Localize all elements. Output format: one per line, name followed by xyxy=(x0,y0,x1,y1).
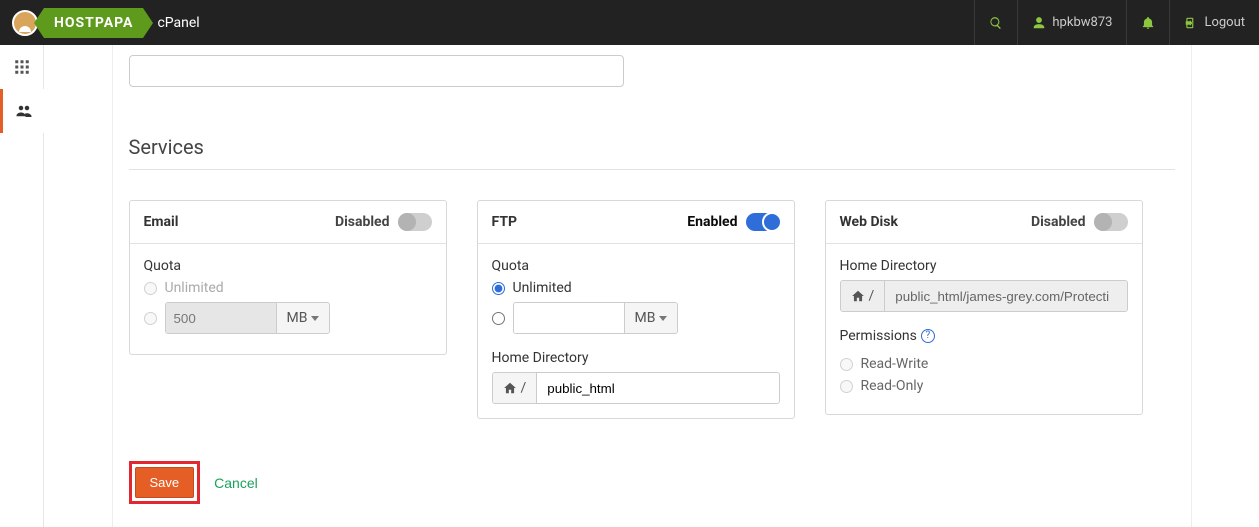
webdisk-toggle[interactable] xyxy=(1094,213,1128,231)
grid-icon xyxy=(13,58,31,76)
webdisk-perm-rw-row: Read-Write xyxy=(840,356,1128,372)
webdisk-perm-ro-row: Read-Only xyxy=(840,378,1128,394)
nav-apps[interactable] xyxy=(0,45,44,89)
ftp-state-label: Enabled xyxy=(687,214,737,230)
email-card-header: Email Disabled xyxy=(130,201,446,244)
webdisk-card-title: Web Disk xyxy=(840,214,898,230)
ftp-toggle[interactable] xyxy=(746,213,780,231)
cancel-button[interactable]: Cancel xyxy=(214,475,258,491)
email-quota-unlimited-radio[interactable] xyxy=(144,282,157,295)
form-actions: Save Cancel xyxy=(129,461,1175,504)
webdisk-state-label: Disabled xyxy=(1031,214,1086,230)
home-icon xyxy=(851,289,865,303)
ftp-card-title: FTP xyxy=(492,214,518,230)
webdisk-homedir-heading: Home Directory xyxy=(840,258,1128,274)
ftp-card: FTP Enabled Quota Unlimited xyxy=(477,200,795,419)
top-bar: HOSTPAPA cPanel hpkbw873 Logout xyxy=(0,0,1259,45)
content-area: Services Email Disabled Quota Unlimited xyxy=(44,45,1259,527)
ftp-homedir-input-group: / xyxy=(492,372,780,404)
webdisk-permissions-heading: Permissions ? xyxy=(840,328,935,344)
toggle-knob xyxy=(1094,213,1112,231)
ftp-quota-heading: Quota xyxy=(492,258,780,274)
ftp-quota-input-group: MB xyxy=(513,302,679,334)
logout-label: Logout xyxy=(1204,15,1245,30)
ftp-card-header: FTP Enabled xyxy=(478,201,794,244)
ftp-quota-value-radio[interactable] xyxy=(492,312,505,325)
email-card-body: Quota Unlimited MB xyxy=(130,244,446,354)
ftp-quota-unit-label: MB xyxy=(635,310,656,326)
webdisk-perm-ro-label: Read-Only xyxy=(861,378,924,394)
ftp-quota-unlimited-row: Unlimited xyxy=(492,280,780,296)
notifications-button[interactable] xyxy=(1126,0,1169,45)
email-quota-heading: Quota xyxy=(144,258,432,274)
ftp-quota-input[interactable] xyxy=(514,303,624,333)
webdisk-homedir-input-group: / xyxy=(840,280,1128,312)
save-highlight: Save xyxy=(129,461,201,504)
ftp-homedir-prefix: / xyxy=(493,373,538,403)
email-state-label: Disabled xyxy=(335,214,390,230)
path-slash: / xyxy=(869,288,875,304)
email-quota-value-row: MB xyxy=(144,302,432,334)
search-button[interactable] xyxy=(974,0,1017,45)
webdisk-perm-ro-radio[interactable] xyxy=(840,380,853,393)
bell-icon xyxy=(1141,16,1155,30)
webdisk-homedir-prefix: / xyxy=(841,281,886,311)
path-slash: / xyxy=(521,380,527,396)
left-nav xyxy=(0,45,44,527)
security-info-input[interactable] xyxy=(129,55,624,87)
webdisk-perm-rw-label: Read-Write xyxy=(861,356,929,372)
ftp-homedir-heading: Home Directory xyxy=(492,350,780,366)
email-quota-unit-label: MB xyxy=(287,310,308,326)
email-quota-input-group: MB xyxy=(165,302,331,334)
ftp-card-body: Quota Unlimited MB xyxy=(478,244,794,418)
email-quota-unlimited-row: Unlimited xyxy=(144,280,432,296)
email-quota-unlimited-label: Unlimited xyxy=(165,280,224,296)
ftp-homedir-input[interactable] xyxy=(537,373,778,403)
save-button[interactable]: Save xyxy=(135,467,195,498)
app-title: cPanel xyxy=(157,15,199,31)
user-icon xyxy=(1032,16,1046,30)
email-quota-value-radio[interactable] xyxy=(144,312,157,325)
email-state: Disabled xyxy=(335,213,432,231)
search-icon xyxy=(989,16,1003,30)
email-card-title: Email xyxy=(144,214,179,230)
permissions-text: Permissions xyxy=(840,328,917,344)
divider xyxy=(129,169,1175,170)
logout-icon xyxy=(1184,16,1198,30)
email-quota-input[interactable] xyxy=(166,303,276,333)
user-menu[interactable]: hpkbw873 xyxy=(1017,0,1126,45)
email-toggle[interactable] xyxy=(398,213,432,231)
brand-badge: HOSTPAPA xyxy=(44,8,143,38)
users-icon xyxy=(15,102,33,120)
webdisk-card-header: Web Disk Disabled xyxy=(826,201,1142,244)
toggle-knob xyxy=(398,213,416,231)
webdisk-perm-rw-radio[interactable] xyxy=(840,358,853,371)
ftp-quota-value-row: MB xyxy=(492,302,780,334)
brand[interactable]: HOSTPAPA cPanel xyxy=(0,0,212,45)
info-icon[interactable]: ? xyxy=(921,329,935,343)
ftp-quota-unlimited-radio[interactable] xyxy=(492,282,505,295)
home-icon xyxy=(503,381,517,395)
section-title: Services xyxy=(129,135,1175,159)
caret-down-icon xyxy=(659,316,667,321)
top-input-row xyxy=(129,45,1175,87)
ftp-quota-unlimited-label: Unlimited xyxy=(513,280,572,296)
webdisk-homedir-input[interactable] xyxy=(885,281,1126,311)
ftp-state: Enabled xyxy=(687,213,779,231)
brand-text: HOSTPAPA xyxy=(54,15,133,31)
ftp-quota-unit-dropdown[interactable]: MB xyxy=(624,303,678,333)
webdisk-card-body: Home Directory / Permissions ? xyxy=(826,244,1142,414)
service-cards: Email Disabled Quota Unlimited xyxy=(129,200,1175,419)
toggle-knob xyxy=(762,212,782,232)
username-label: hpkbw873 xyxy=(1052,15,1112,30)
webdisk-state: Disabled xyxy=(1031,213,1128,231)
email-quota-unit-dropdown[interactable]: MB xyxy=(276,303,330,333)
nav-users[interactable] xyxy=(0,89,44,133)
email-card: Email Disabled Quota Unlimited xyxy=(129,200,447,355)
webdisk-card: Web Disk Disabled Home Directory / xyxy=(825,200,1143,415)
logout-button[interactable]: Logout xyxy=(1169,0,1259,45)
content-inner: Services Email Disabled Quota Unlimited xyxy=(112,45,1192,527)
caret-down-icon xyxy=(311,316,319,321)
